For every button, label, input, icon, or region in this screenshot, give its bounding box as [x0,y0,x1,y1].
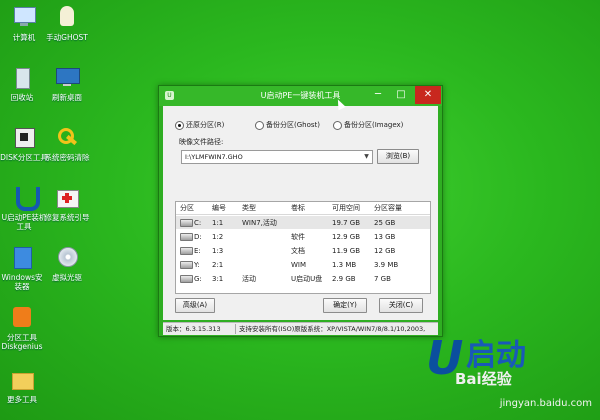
radio-dot-checked [175,120,184,130]
cell-partition: E: [194,247,201,255]
desktop-icon-ghost[interactable]: 手动GHOST [38,6,96,42]
radio-backup-ghost[interactable]: 备份分区(Ghost) [255,120,320,130]
minimize-button[interactable]: ─ [367,86,389,104]
cell-partition: Y: [194,261,200,269]
cell-capacity: 25 GB [374,219,396,227]
column-header-type: 类型 [242,204,256,212]
maximize-button[interactable]: □ [390,86,412,104]
computer-icon [11,6,37,30]
browse-button[interactable]: 浏览(B) [377,149,419,164]
cell-label: 软件 [291,233,305,241]
desktop-icon-diskgenius[interactable]: 分区工具 Diskgenius [0,306,51,351]
status-bar: 版本：6.3.15.313 支持安装所有(ISO)原版系统：XP/VISTA/W… [163,322,438,335]
hard-disk-icon [180,261,193,269]
desktop-icon-virtual-drive[interactable]: 虚拟光驱 [38,246,96,282]
column-header-label: 卷标 [291,204,305,212]
cell-label: U启动U盘 [291,275,323,283]
cell-number: 3:1 [212,275,224,283]
table-row[interactable]: D: 1:2 软件 12.9 GB 13 GB [176,230,430,243]
table-row[interactable]: Y: 2:1 WIM 1.3 MB 3.9 MB [176,258,430,271]
installer-window: U U启动PE一键装机工具 ─ □ ✕ 还原分区(R) 备份分区(Ghost) … [158,85,443,337]
cell-free-space: 12.9 GB [332,233,361,241]
cell-label: WIM [291,261,307,269]
image-path-combobox[interactable]: I:\YLMFWIN7.GHO ▼ [181,150,373,164]
cell-capacity: 7 GB [374,275,391,283]
column-header-capacity: 分区容量 [374,204,402,212]
folder-icon [9,368,35,392]
window-client-area: 还原分区(R) 备份分区(Ghost) 备份分区(Imagex) 映像文件路径:… [163,106,438,320]
installer-icon [11,186,40,211]
windows-installer-icon [9,246,35,270]
radio-restore-partition[interactable]: 还原分区(R) [175,120,224,130]
cell-capacity: 13 GB [374,233,396,241]
image-path-label: 映像文件路径: [179,138,224,146]
cell-partition: G: [194,275,202,283]
hard-disk-icon [180,233,193,241]
cell-number: 1:2 [212,233,224,241]
close-button[interactable]: 关闭(C) [379,298,423,313]
watermark-url: jingyan.baidu.com [499,398,592,409]
cell-partition: D: [194,233,202,241]
radio-backup-imagex[interactable]: 备份分区(Imagex) [333,120,403,130]
table-row[interactable]: C: 1:1 WIN7,活动 19.7 GB 25 GB [176,216,430,229]
image-path-value: I:\YLMFWIN7.GHO [185,153,243,161]
desktop-icon-more-tools[interactable]: 更多工具 [0,368,51,404]
version-text: 版本：6.3.15.313 [166,325,221,333]
hard-disk-icon [180,247,193,255]
cell-free-space: 11.9 GB [332,247,361,255]
advanced-button[interactable]: 高级(A) [175,298,215,313]
column-header-number: 编号 [212,204,226,212]
cell-type: WIN7,活动 [242,219,277,227]
radio-dot [255,120,264,130]
ok-button[interactable]: 确定(Y) [323,298,367,313]
table-row[interactable]: E: 1:3 文档 11.9 GB 12 GB [176,244,430,257]
title-bar[interactable]: U U启动PE一键装机工具 ─ □ ✕ [159,86,442,106]
header-divider [176,214,430,215]
radio-label: 备份分区(Ghost) [266,121,320,129]
status-divider [235,324,236,334]
ghost-icon [54,6,80,30]
diskgenius-icon [9,306,35,330]
cell-free-space: 2.9 GB [332,275,356,283]
column-header-free-space: 可用空间 [332,204,360,212]
monitor-icon [54,66,80,90]
virtual-drive-icon [54,246,80,270]
desktop-icon-password-clear[interactable]: 系统密码清除 [38,126,96,162]
cell-number: 1:3 [212,247,224,255]
usb-drive-icon [180,275,193,283]
column-header-partition: 分区 [180,204,194,212]
radio-label: 还原分区(R) [186,121,225,129]
cell-type: 活动 [242,275,256,283]
disk-tool-icon [11,126,37,150]
support-text: 支持安装所有(ISO)原版系统：XP/VISTA/WIN7/8/8.1/10,2… [239,325,426,333]
cell-capacity: 12 GB [374,247,396,255]
chevron-down-icon[interactable]: ▼ [361,151,372,163]
radio-dot [333,120,342,130]
table-row[interactable]: G: 3:1 活动 U启动U盘 2.9 GB 7 GB [176,272,430,285]
cell-number: 2:1 [212,261,224,269]
recycle-bin-icon [9,66,35,90]
key-icon [54,126,80,150]
watermark-baidu: Bai经验 [455,370,512,388]
cell-number: 1:1 [212,219,224,227]
cell-partition: C: [194,219,202,227]
cell-capacity: 3.9 MB [374,261,399,269]
desktop-icon-refresh[interactable]: 刷新桌面 [38,66,96,102]
radio-label: 备份分区(Imagex) [344,121,404,129]
hard-disk-icon [180,219,193,227]
repair-kit-icon [54,186,80,210]
cell-free-space: 1.3 MB [332,261,357,269]
close-window-button[interactable]: ✕ [415,86,441,104]
cell-free-space: 19.7 GB [332,219,361,227]
cell-label: 文档 [291,247,305,255]
partition-table: 分区 编号 类型 卷标 可用空间 分区容量 C: 1:1 WIN7,活动 19.… [175,201,431,294]
desktop-icon-boot-repair[interactable]: 修复系统引导 [38,186,96,222]
